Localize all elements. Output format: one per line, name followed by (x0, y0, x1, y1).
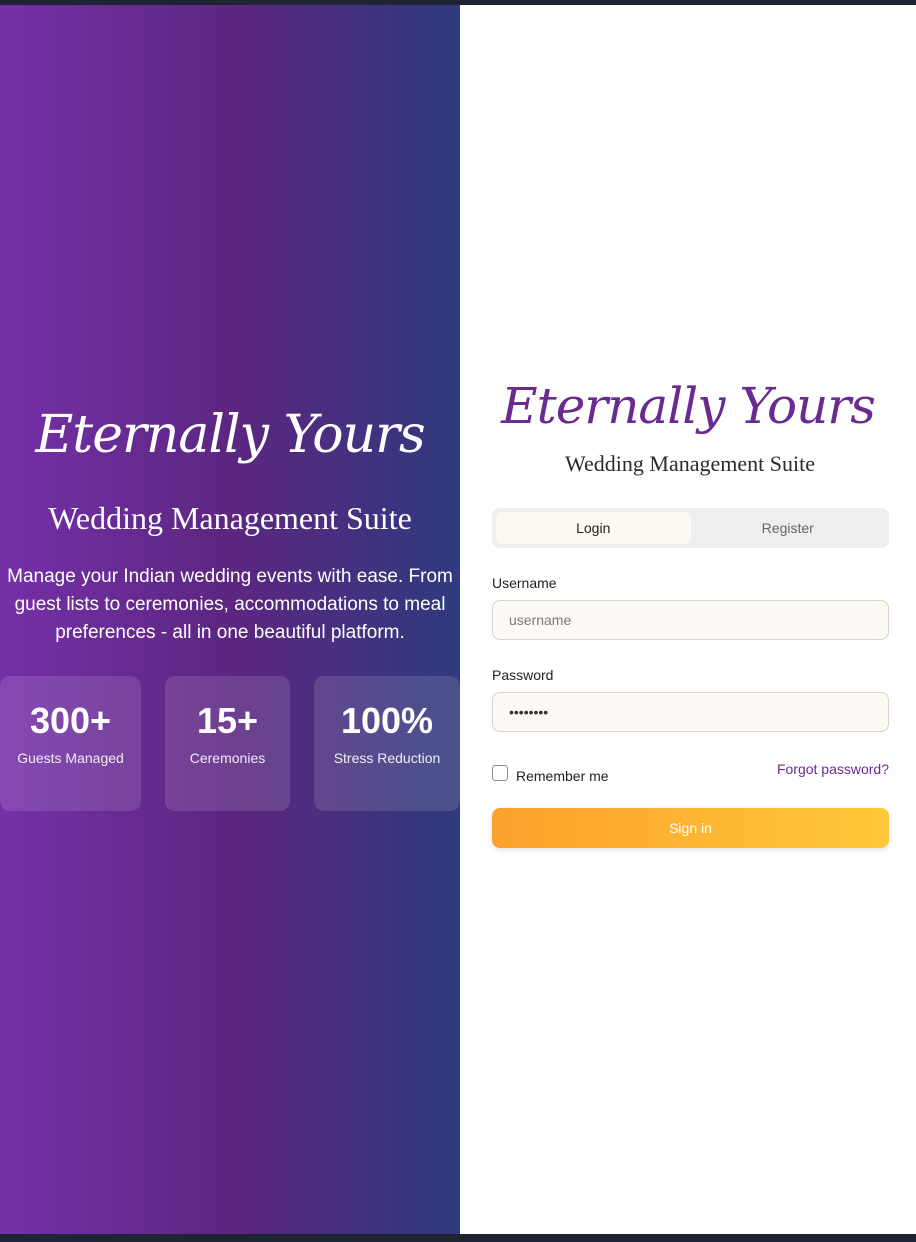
stat-value: 300+ (29, 700, 112, 741)
hero-brand-logo: Eternally Yours (35, 405, 425, 465)
forgot-password-link[interactable]: Forgot password? (777, 761, 889, 777)
panel-brand-logo: Eternally Yours (501, 377, 876, 435)
username-input[interactable] (492, 600, 889, 640)
username-label: Username (492, 575, 557, 591)
remember-me-checkbox[interactable] (492, 765, 508, 781)
auth-tabs: Login Register (492, 508, 889, 548)
stat-label: Ceremonies (189, 750, 266, 766)
password-label: Password (492, 667, 554, 683)
stat-label: Stress Reduction (333, 750, 441, 766)
stat-value: 100% (340, 700, 434, 741)
stat-card-ceremonies: 15+ Ceremonies (165, 676, 290, 811)
panel-subtitle: Wedding Management Suite (565, 451, 815, 476)
hero-panel: Eternally Yours Wedding Management Suite… (0, 5, 460, 1234)
password-input[interactable] (492, 692, 889, 732)
hero-subtitle: Wedding Management Suite (48, 500, 412, 536)
login-panel: Eternally Yours Wedding Management Suite… (460, 5, 916, 1234)
remember-me-row: Remember me (492, 762, 609, 784)
stat-card-stress: 100% Stress Reduction (314, 676, 460, 811)
stat-value: 15+ (196, 700, 259, 741)
stats-row: 300+ Guests Managed 15+ Ceremonies 100% … (0, 676, 460, 811)
tab-login[interactable]: Login (496, 512, 691, 544)
hero-description: Manage your Indian wedding events with e… (7, 566, 453, 643)
stat-card-guests: 300+ Guests Managed (0, 676, 141, 811)
remember-me-label: Remember me (516, 768, 609, 784)
stat-label: Guests Managed (17, 750, 124, 766)
page-frame: Eternally Yours Wedding Management Suite… (0, 5, 916, 1234)
sign-in-button[interactable]: Sign in (492, 808, 889, 848)
tab-register[interactable]: Register (691, 512, 886, 544)
